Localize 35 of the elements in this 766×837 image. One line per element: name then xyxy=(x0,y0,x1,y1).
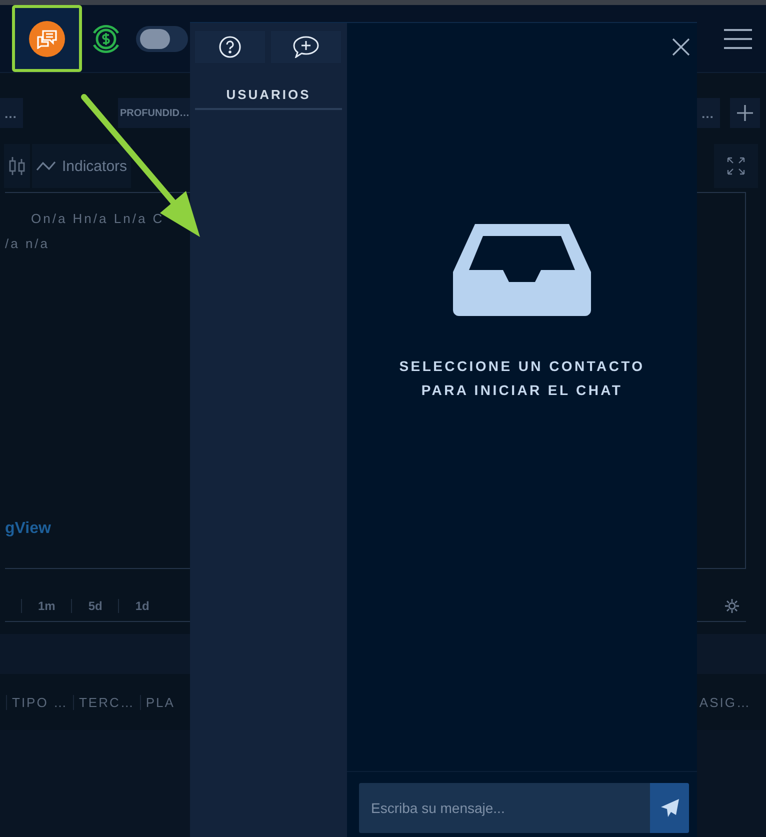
new-chat-button[interactable] xyxy=(271,31,341,63)
indicators-button[interactable]: Indicators xyxy=(32,144,132,188)
toggle-switch[interactable] xyxy=(136,26,188,52)
close-button[interactable] xyxy=(671,37,691,57)
legend-values: /a n/a xyxy=(5,236,51,251)
users-header: USUARIOS xyxy=(195,87,342,110)
line-chart-icon xyxy=(36,160,56,172)
tab[interactable]: PROFUNDID… xyxy=(118,98,192,128)
settings-icon[interactable] xyxy=(724,598,740,614)
timeframe-option[interactable]: 5d xyxy=(71,599,118,613)
inbox-icon xyxy=(453,224,591,316)
tab[interactable]: … xyxy=(697,98,720,128)
ohlc-legend: On/a Hn/a Ln/a C xyxy=(5,211,745,226)
column-header: TIPO … xyxy=(6,694,73,710)
add-comment-icon xyxy=(293,36,319,58)
timeframe-option[interactable]: 1d xyxy=(118,599,166,613)
add-tab-button[interactable] xyxy=(730,98,760,128)
fullscreen-icon[interactable] xyxy=(714,144,758,188)
column-header: TERC… xyxy=(72,694,140,710)
plus-icon xyxy=(737,105,753,121)
message-input-field[interactable]: Escriba su mensaje... xyxy=(359,783,650,833)
timeframe-option[interactable]: 1m xyxy=(21,599,72,613)
help-button[interactable] xyxy=(195,31,265,63)
help-icon xyxy=(219,36,241,58)
send-icon xyxy=(660,798,680,818)
empty-state-message: PARA INICIAR EL CHAT xyxy=(421,381,623,400)
menu-icon[interactable] xyxy=(724,28,752,50)
chat-button[interactable] xyxy=(29,20,65,56)
chat-icon xyxy=(36,28,58,48)
send-button[interactable] xyxy=(650,783,689,833)
empty-state-message: SELECCIONE UN CONTACTO xyxy=(399,357,645,376)
tab[interactable]: … xyxy=(0,98,23,128)
candles-icon[interactable] xyxy=(4,144,30,188)
column-header: PLA xyxy=(140,694,180,710)
chart-watermark: gView xyxy=(5,520,52,538)
